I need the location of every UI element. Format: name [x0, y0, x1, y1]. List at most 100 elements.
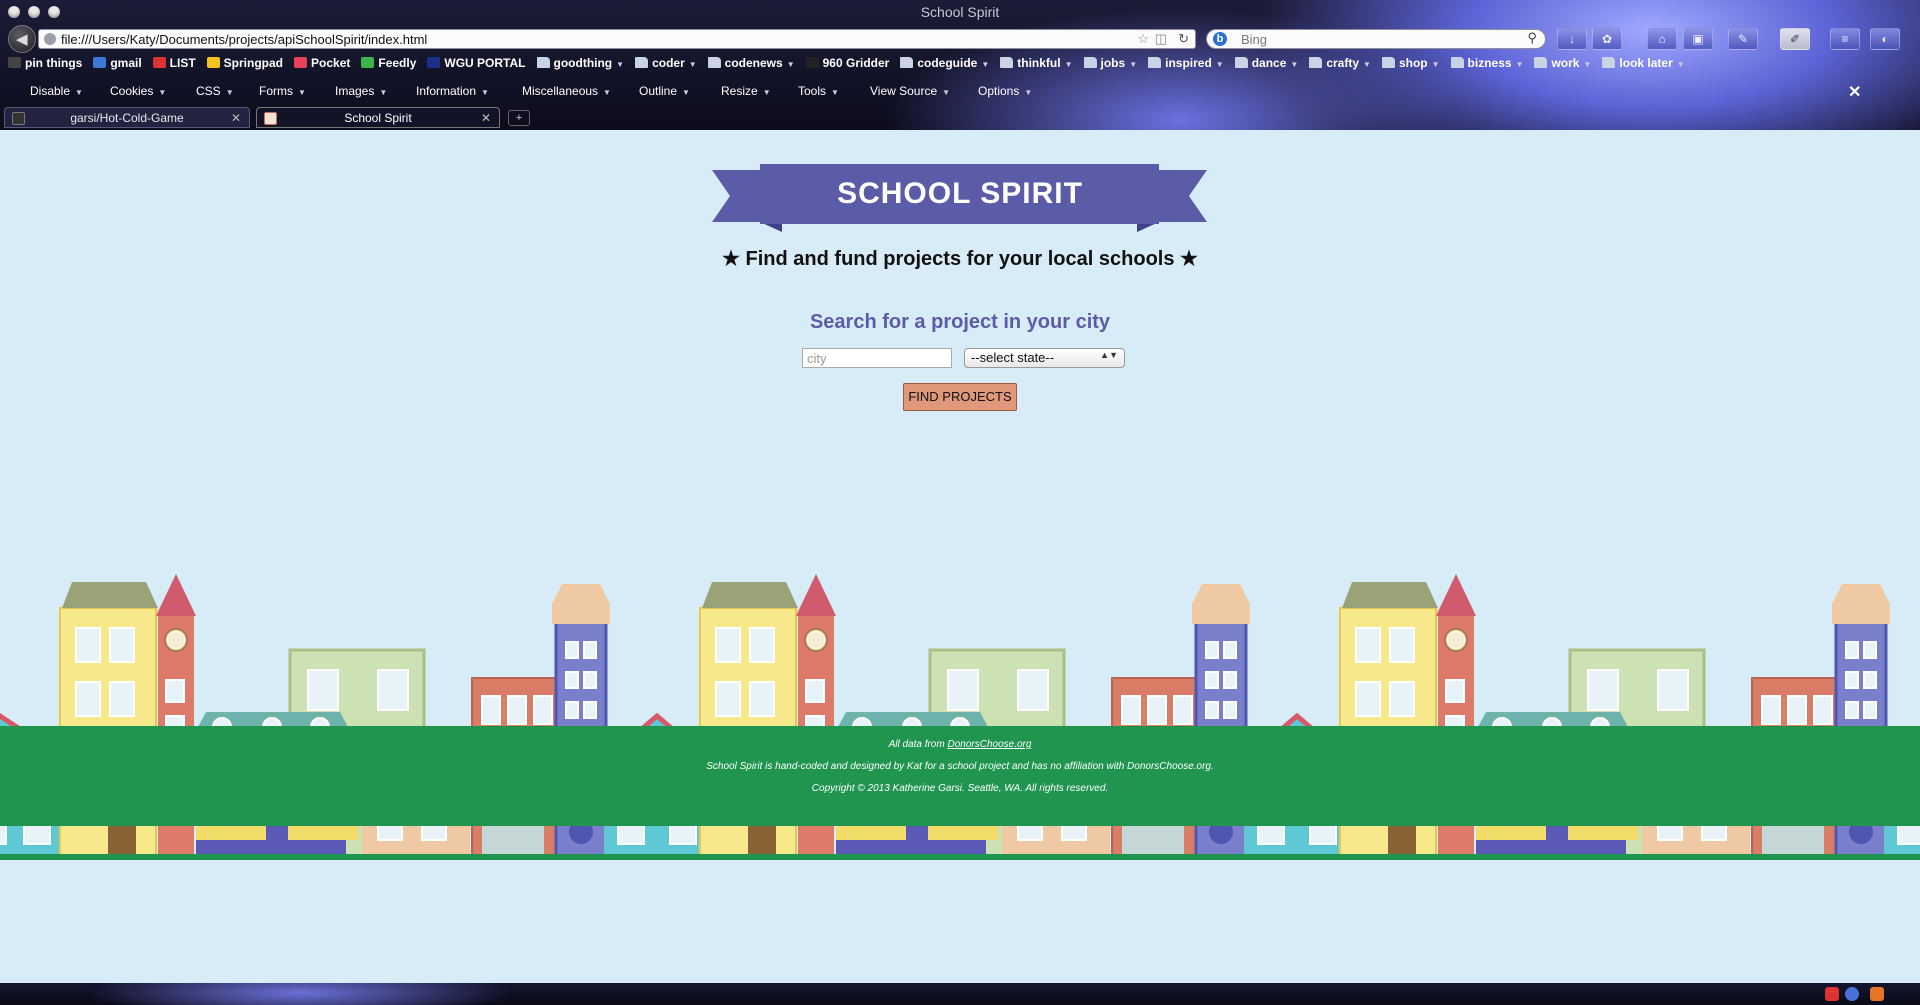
bookmark-crafty[interactable]: crafty ▼ [1309, 56, 1371, 70]
devbar-menu-images[interactable]: Images ▼ [335, 84, 387, 98]
close-tab-icon[interactable]: ✕ [231, 108, 241, 129]
close-tab-icon[interactable]: ✕ [481, 108, 491, 129]
window [715, 681, 741, 717]
tab-school-spirit[interactable]: School Spirit ✕ [256, 107, 500, 128]
devbar-menu-disable[interactable]: Disable ▼ [30, 84, 83, 98]
donorschoose-link[interactable]: DonorsChoose.org [947, 739, 1031, 750]
bookmark-look-later[interactable]: look later ▼ [1602, 56, 1685, 70]
bookmark-star-icon[interactable]: ☆ [1137, 31, 1149, 47]
bookmark-feedly[interactable]: Feedly [361, 56, 416, 70]
download-icon[interactable]: ↓ [1557, 28, 1587, 50]
addon-status-icon[interactable] [1825, 987, 1839, 1001]
folder-icon [707, 57, 721, 68]
devbar-menu-information[interactable]: Information ▼ [416, 84, 489, 98]
city-input[interactable] [802, 348, 952, 368]
home-icon[interactable]: ⌂ [1647, 28, 1677, 50]
chevron-down-icon: ▼ [981, 60, 990, 69]
reload-icon[interactable]: ↻ [1178, 31, 1189, 47]
window [1205, 701, 1219, 719]
page-icon [44, 33, 56, 45]
folder-icon [1234, 57, 1248, 68]
window [1223, 671, 1237, 689]
pocket-save-icon[interactable]: ◫ [1155, 31, 1167, 47]
footer-data-credit: All data from DonorsChoose.org [0, 739, 1920, 750]
devbar-menu-forms[interactable]: Forms ▼ [259, 84, 306, 98]
devbar-menu-view-source[interactable]: View Source ▼ [870, 84, 950, 98]
folder-icon [1602, 57, 1616, 68]
url-text[interactable]: file:///Users/Katy/Documents/projects/ap… [61, 32, 427, 47]
addon-icon[interactable]: ✿ [1592, 28, 1622, 50]
window [1017, 669, 1049, 711]
close-toolbar-icon[interactable]: ✕ [1848, 82, 1861, 102]
springpad-icon [206, 57, 220, 68]
devbar-menu-tools[interactable]: Tools ▼ [798, 84, 839, 98]
bookmark-inspired[interactable]: inspired ▼ [1148, 56, 1224, 70]
bookmark-pin-things[interactable]: pin things [8, 56, 82, 70]
bookmark-codeguide[interactable]: codeguide ▼ [900, 56, 989, 70]
bookmark-960-gridder[interactable]: 960 Gridder [805, 56, 889, 70]
eyedropper-icon[interactable]: ✐ [1780, 28, 1810, 50]
back-button[interactable]: ◀ [8, 25, 36, 53]
footer: All data from DonorsChoose.org School Sp… [0, 726, 1920, 826]
devbar-menu-resize[interactable]: Resize ▼ [721, 84, 771, 98]
new-tab-button[interactable]: + [508, 110, 530, 126]
chevron-down-icon: ▼ [1290, 60, 1299, 69]
bookmark-codenews[interactable]: codenews ▼ [707, 56, 795, 70]
chevron-down-icon: ▼ [1024, 88, 1033, 97]
bookmark-list[interactable]: LIST [152, 56, 196, 70]
window [565, 641, 579, 659]
devbar-menu-css[interactable]: CSS ▼ [196, 84, 234, 98]
state-select[interactable]: --select state-- ▲▼ [964, 348, 1125, 368]
bookmark-coder[interactable]: coder ▼ [635, 56, 697, 70]
folder-icon [1000, 57, 1014, 68]
bookmark-jobs[interactable]: jobs ▼ [1083, 56, 1137, 70]
search-icon[interactable]: ⚲ [1527, 30, 1537, 46]
devbar-menu-miscellaneous[interactable]: Miscellaneous ▼ [522, 84, 611, 98]
menu-icon[interactable]: ≡ [1830, 28, 1860, 50]
window [1845, 671, 1859, 689]
search-bar[interactable]: b Bing ⚲ [1206, 29, 1546, 49]
sync-status-icon[interactable] [1845, 987, 1859, 1001]
bookmark-goodthing[interactable]: goodthing ▼ [536, 56, 624, 70]
tab-hot-cold-game[interactable]: garsi/Hot-Cold-Game ✕ [4, 107, 250, 128]
chevron-down-icon: ▼ [1215, 60, 1224, 69]
bing-icon[interactable]: b [1213, 32, 1227, 46]
select-arrows-icon: ▲▼ [1100, 350, 1118, 360]
bookmark-thinkful[interactable]: thinkful ▼ [1000, 56, 1073, 70]
devbar-menu-cookies[interactable]: Cookies ▼ [110, 84, 166, 98]
tab-strip: garsi/Hot-Cold-Game ✕ School Spirit ✕ + [0, 107, 1920, 129]
window [1761, 695, 1781, 725]
yellow-awning [288, 826, 358, 840]
devbar-menu-label: Information [416, 84, 477, 98]
bookmark-bizness[interactable]: bizness ▼ [1450, 56, 1523, 70]
bookmark-shop[interactable]: shop ▼ [1381, 56, 1440, 70]
bookmark-dance[interactable]: dance ▼ [1234, 56, 1299, 70]
folder-icon [1148, 57, 1162, 68]
firebug-icon[interactable] [1870, 987, 1884, 1001]
web-developer-toolbar: Disable ▼ Cookies ▼ CSS ▼ Forms ▼ Images ▼ Informa… [0, 84, 1920, 102]
bookmark-label: Pocket [311, 56, 351, 70]
url-bar[interactable]: file:///Users/Katy/Documents/projects/ap… [38, 29, 1196, 49]
bookmark-work[interactable]: work ▼ [1534, 56, 1591, 70]
extension-icon[interactable]: ✎ [1728, 28, 1758, 50]
clock-icon [804, 628, 828, 652]
devbar-menu-options[interactable]: Options ▼ [978, 84, 1032, 98]
bookmark-springpad[interactable]: Springpad [206, 56, 283, 70]
devbar-menu-outline[interactable]: Outline ▼ [639, 84, 690, 98]
folder-icon [1309, 57, 1323, 68]
green-roof [1342, 582, 1438, 608]
bookmark-pocket[interactable]: Pocket [294, 56, 350, 70]
window [1173, 695, 1193, 725]
devbar-menu-label: Cookies [110, 84, 154, 98]
chevron-down-icon: ▼ [225, 88, 234, 97]
tower-cap [1192, 604, 1250, 624]
chevron-down-icon: ▼ [786, 60, 795, 69]
bookmark-wgu-portal[interactable]: WGU PORTAL [427, 56, 526, 70]
screenshot-icon[interactable]: ▣ [1683, 28, 1713, 50]
bookmark-gmail[interactable]: gmail [93, 56, 142, 70]
find-projects-button[interactable]: FIND PROJECTS [903, 383, 1017, 411]
window [75, 627, 101, 663]
sync-icon[interactable]: ◐ [1870, 28, 1900, 50]
chevron-down-icon: ▼ [158, 88, 167, 97]
yellow-awning [1476, 826, 1546, 840]
